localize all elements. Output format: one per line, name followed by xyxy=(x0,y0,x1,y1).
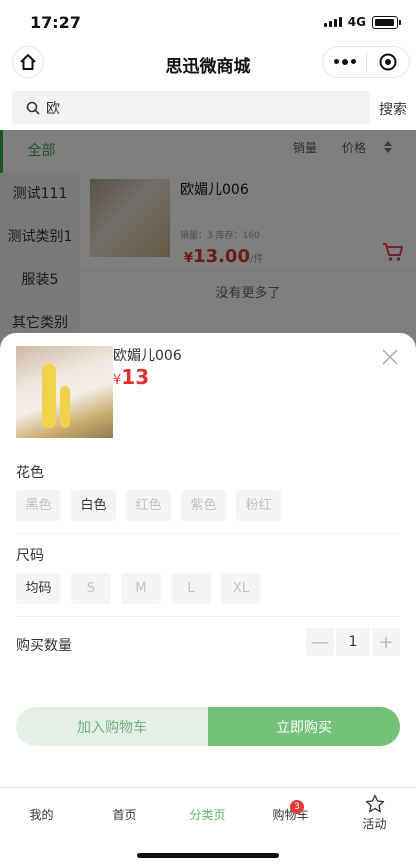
cart-badge: 3 xyxy=(290,800,304,814)
size-section-title: 尺码 xyxy=(16,548,44,564)
close-app-button[interactable] xyxy=(367,53,409,71)
star-icon xyxy=(365,794,385,813)
size-options: 均码 S M L XL xyxy=(16,573,261,604)
color-option-pink[interactable]: 粉红 xyxy=(236,490,281,521)
tab-home-label: 首页 xyxy=(112,808,137,822)
size-option-xl[interactable]: XL xyxy=(221,573,261,604)
color-section-title: 花色 xyxy=(16,465,44,481)
size-option-m[interactable]: M xyxy=(121,573,161,604)
search-bar: 欧 搜索 xyxy=(0,84,416,130)
search-icon xyxy=(26,101,40,115)
network-label: 4G xyxy=(347,15,366,29)
size-option-s[interactable]: S xyxy=(71,573,111,604)
target-icon xyxy=(379,53,397,71)
divider xyxy=(16,533,400,534)
mini-program-capsule xyxy=(322,46,410,78)
buy-now-button[interactable]: 立即购买 xyxy=(208,707,400,746)
color-option-black[interactable]: 黑色 xyxy=(16,490,61,521)
tab-activity-label: 活动 xyxy=(362,817,387,831)
search-input[interactable]: 欧 xyxy=(12,91,370,124)
battery-icon xyxy=(372,16,401,29)
decrease-button[interactable]: — xyxy=(306,628,334,656)
close-icon[interactable] xyxy=(382,349,398,365)
sheet-product-price: ¥13 xyxy=(113,365,149,389)
signal-icon xyxy=(324,17,342,27)
quantity-label: 购买数量 xyxy=(16,638,72,654)
color-option-white[interactable]: 白色 xyxy=(71,490,116,521)
tab-mine-label: 我的 xyxy=(29,808,54,822)
tab-activity[interactable]: 活动 xyxy=(333,788,416,838)
increase-button[interactable]: + xyxy=(372,628,400,656)
nav-bar: 思迅微商城 xyxy=(0,44,416,84)
size-option-l[interactable]: L xyxy=(171,573,211,604)
search-button[interactable]: 搜索 xyxy=(379,99,407,119)
quantity-stepper: — 1 + xyxy=(306,628,400,656)
action-buttons: 加入购物车 立即购买 xyxy=(16,707,400,746)
tab-category[interactable]: 分类页 xyxy=(166,788,249,838)
more-icon[interactable] xyxy=(323,59,366,65)
sheet-price-value: 13 xyxy=(121,365,150,389)
tab-cart[interactable]: 购物车 3 xyxy=(249,788,332,838)
quantity-value[interactable]: 1 xyxy=(336,628,370,656)
sheet-product-image xyxy=(16,346,113,438)
color-options: 黑色 白色 红色 紫色 粉红 xyxy=(16,490,281,521)
size-option-one-size[interactable]: 均码 xyxy=(16,573,61,604)
add-to-cart-button[interactable]: 加入购物车 xyxy=(16,707,208,746)
sheet-product-name: 欧媚儿006 xyxy=(113,348,182,364)
divider xyxy=(16,616,400,617)
color-option-purple[interactable]: 紫色 xyxy=(181,490,226,521)
search-value: 欧 xyxy=(46,100,60,117)
color-option-red[interactable]: 红色 xyxy=(126,490,171,521)
tab-category-label: 分类页 xyxy=(189,808,226,822)
tab-mine[interactable]: 我的 xyxy=(0,788,83,838)
home-indicator xyxy=(137,853,279,858)
status-bar: 17:27 4G xyxy=(0,0,416,44)
tab-home[interactable]: 首页 xyxy=(83,788,166,838)
status-time: 17:27 xyxy=(30,13,81,32)
